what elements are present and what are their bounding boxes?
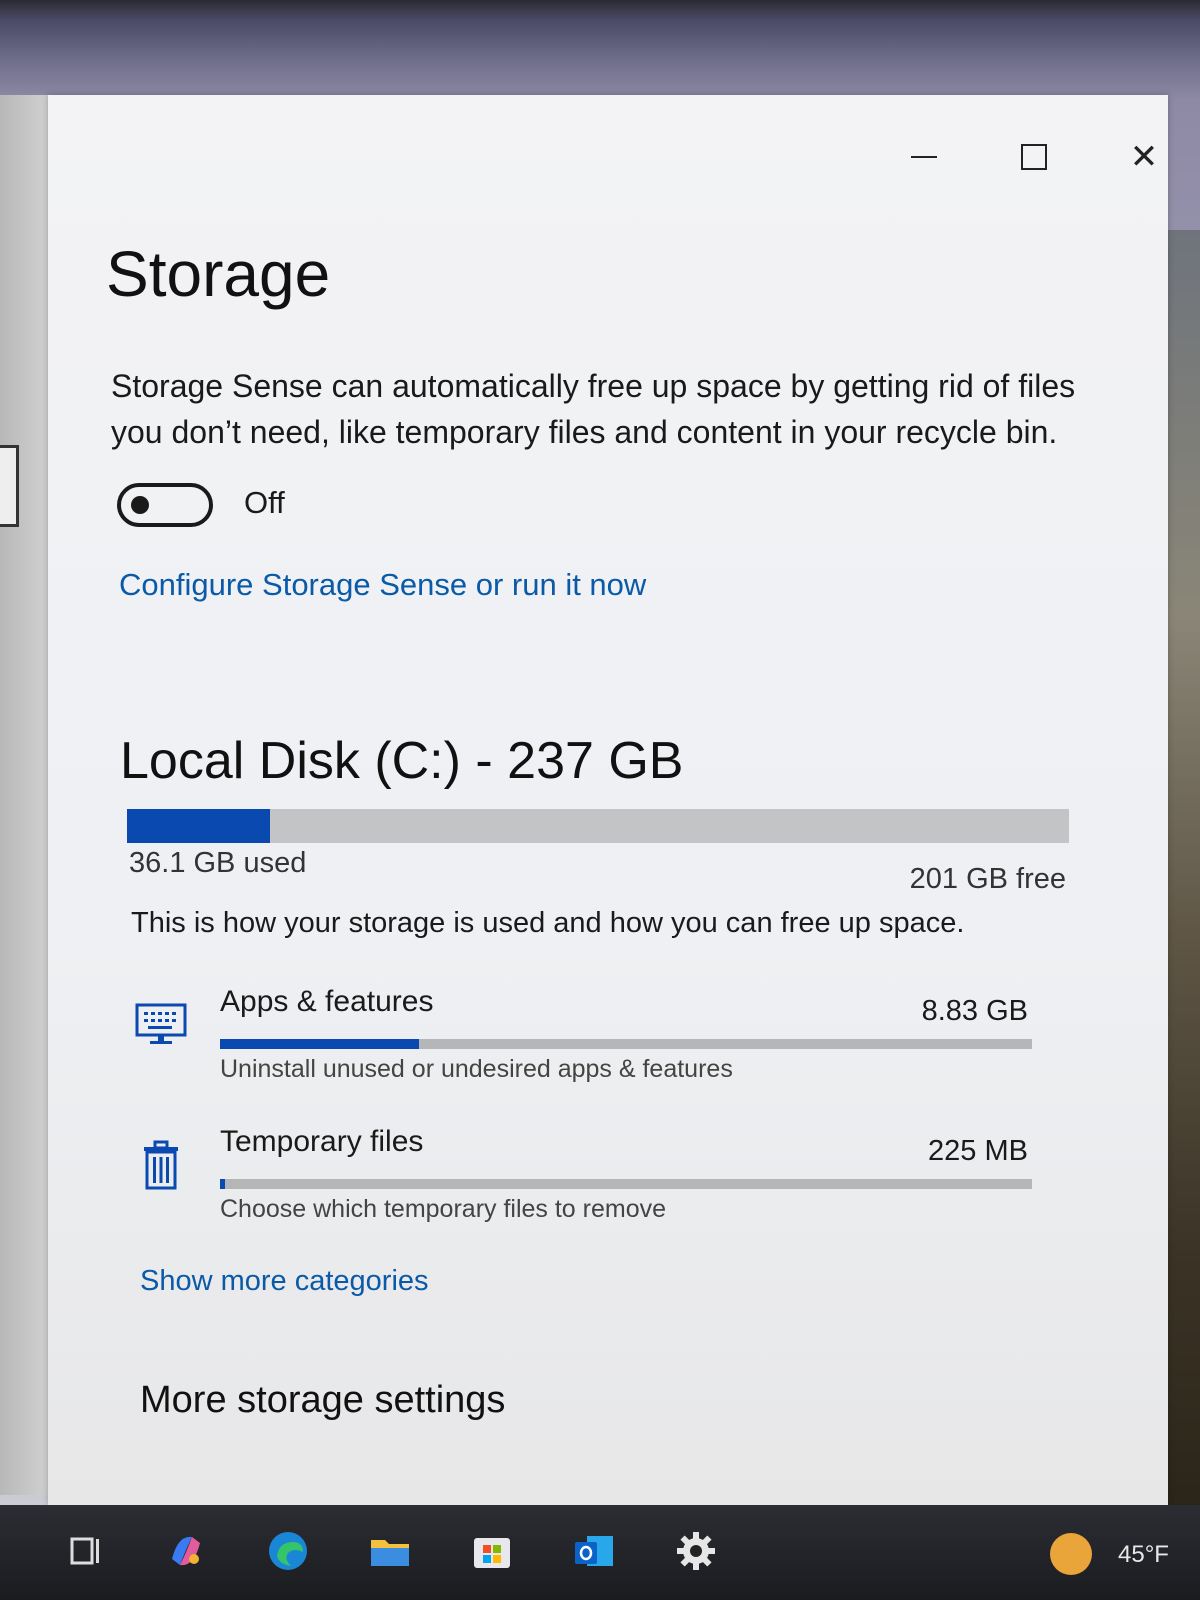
- minimize-icon: [911, 156, 937, 158]
- disk-used-label: 36.1 GB used: [129, 847, 307, 879]
- close-icon: ✕: [1129, 138, 1159, 176]
- maximize-icon: [1021, 144, 1047, 170]
- copilot-button[interactable]: [160, 1525, 212, 1577]
- task-view-button[interactable]: [60, 1525, 112, 1577]
- category-name: Apps & features: [220, 985, 434, 1018]
- configure-storage-sense-link[interactable]: Configure Storage Sense or run it now: [119, 567, 646, 603]
- close-button[interactable]: ✕: [1114, 137, 1174, 177]
- toggle-knob: [131, 496, 149, 514]
- taskbar: 45°F: [0, 1505, 1200, 1600]
- page-title: Storage: [106, 238, 331, 310]
- more-storage-settings-heading: More storage settings: [140, 1379, 506, 1421]
- category-size: 225 MB: [928, 1135, 1028, 1167]
- category-temporary-files[interactable]: Temporary files 225 MB Choose which temp…: [128, 1125, 1038, 1245]
- category-size: 8.83 GB: [921, 995, 1028, 1027]
- storage-sense-description: Storage Sense can automatically free up …: [111, 368, 1076, 450]
- file-explorer-icon: [371, 1540, 409, 1566]
- category-usage-bar: [220, 1039, 1032, 1049]
- category-subtitle: Choose which temporary files to remove: [220, 1195, 667, 1223]
- settings-button[interactable]: [670, 1525, 722, 1577]
- maximize-button[interactable]: [1004, 137, 1064, 177]
- storage-sense-toggle-label: Off: [244, 485, 285, 520]
- storage-sense-toggle[interactable]: [117, 483, 213, 527]
- microsoft-store-button[interactable]: [466, 1525, 518, 1577]
- copilot-icon: [172, 1536, 200, 1566]
- category-subtitle: Uninstall unused or undesired apps & fea…: [220, 1055, 733, 1083]
- show-more-categories-link[interactable]: Show more categories: [140, 1265, 429, 1298]
- disk-usage-bar-fill: [127, 809, 271, 843]
- disk-free-label: 201 GB free: [909, 863, 1066, 895]
- outlook-icon: [575, 1536, 613, 1566]
- sun-icon[interactable]: [1050, 1533, 1092, 1575]
- weather-temperature[interactable]: 45°F: [1118, 1541, 1169, 1569]
- category-apps-features[interactable]: Apps & features 8.83 GB Uninstall unused…: [128, 985, 1038, 1105]
- category-usage-bar: [220, 1179, 1032, 1189]
- edge-icon: [269, 1532, 307, 1570]
- category-name: Temporary files: [220, 1125, 424, 1158]
- settings-icon: [677, 1532, 715, 1570]
- store-icon: [474, 1538, 510, 1568]
- trash-icon: [134, 1139, 188, 1193]
- usage-note: This is how your storage is used and how…: [131, 907, 965, 939]
- category-usage-bar-fill: [220, 1179, 225, 1189]
- background-window-fragment: [0, 445, 19, 527]
- minimize-button[interactable]: [894, 137, 954, 177]
- task-view-icon: [70, 1537, 99, 1565]
- disk-title: Local Disk (C:) - 237 GB: [120, 732, 684, 790]
- settings-window: ✕ Storage Storage Sense can automaticall…: [48, 95, 1168, 1505]
- outlook-button[interactable]: [568, 1525, 620, 1577]
- file-explorer-button[interactable]: [364, 1525, 416, 1577]
- category-usage-bar-fill: [220, 1039, 419, 1049]
- edge-browser-button[interactable]: [262, 1525, 314, 1577]
- monitor-keyboard-icon: [134, 999, 188, 1053]
- disk-usage-bar: [127, 809, 1069, 843]
